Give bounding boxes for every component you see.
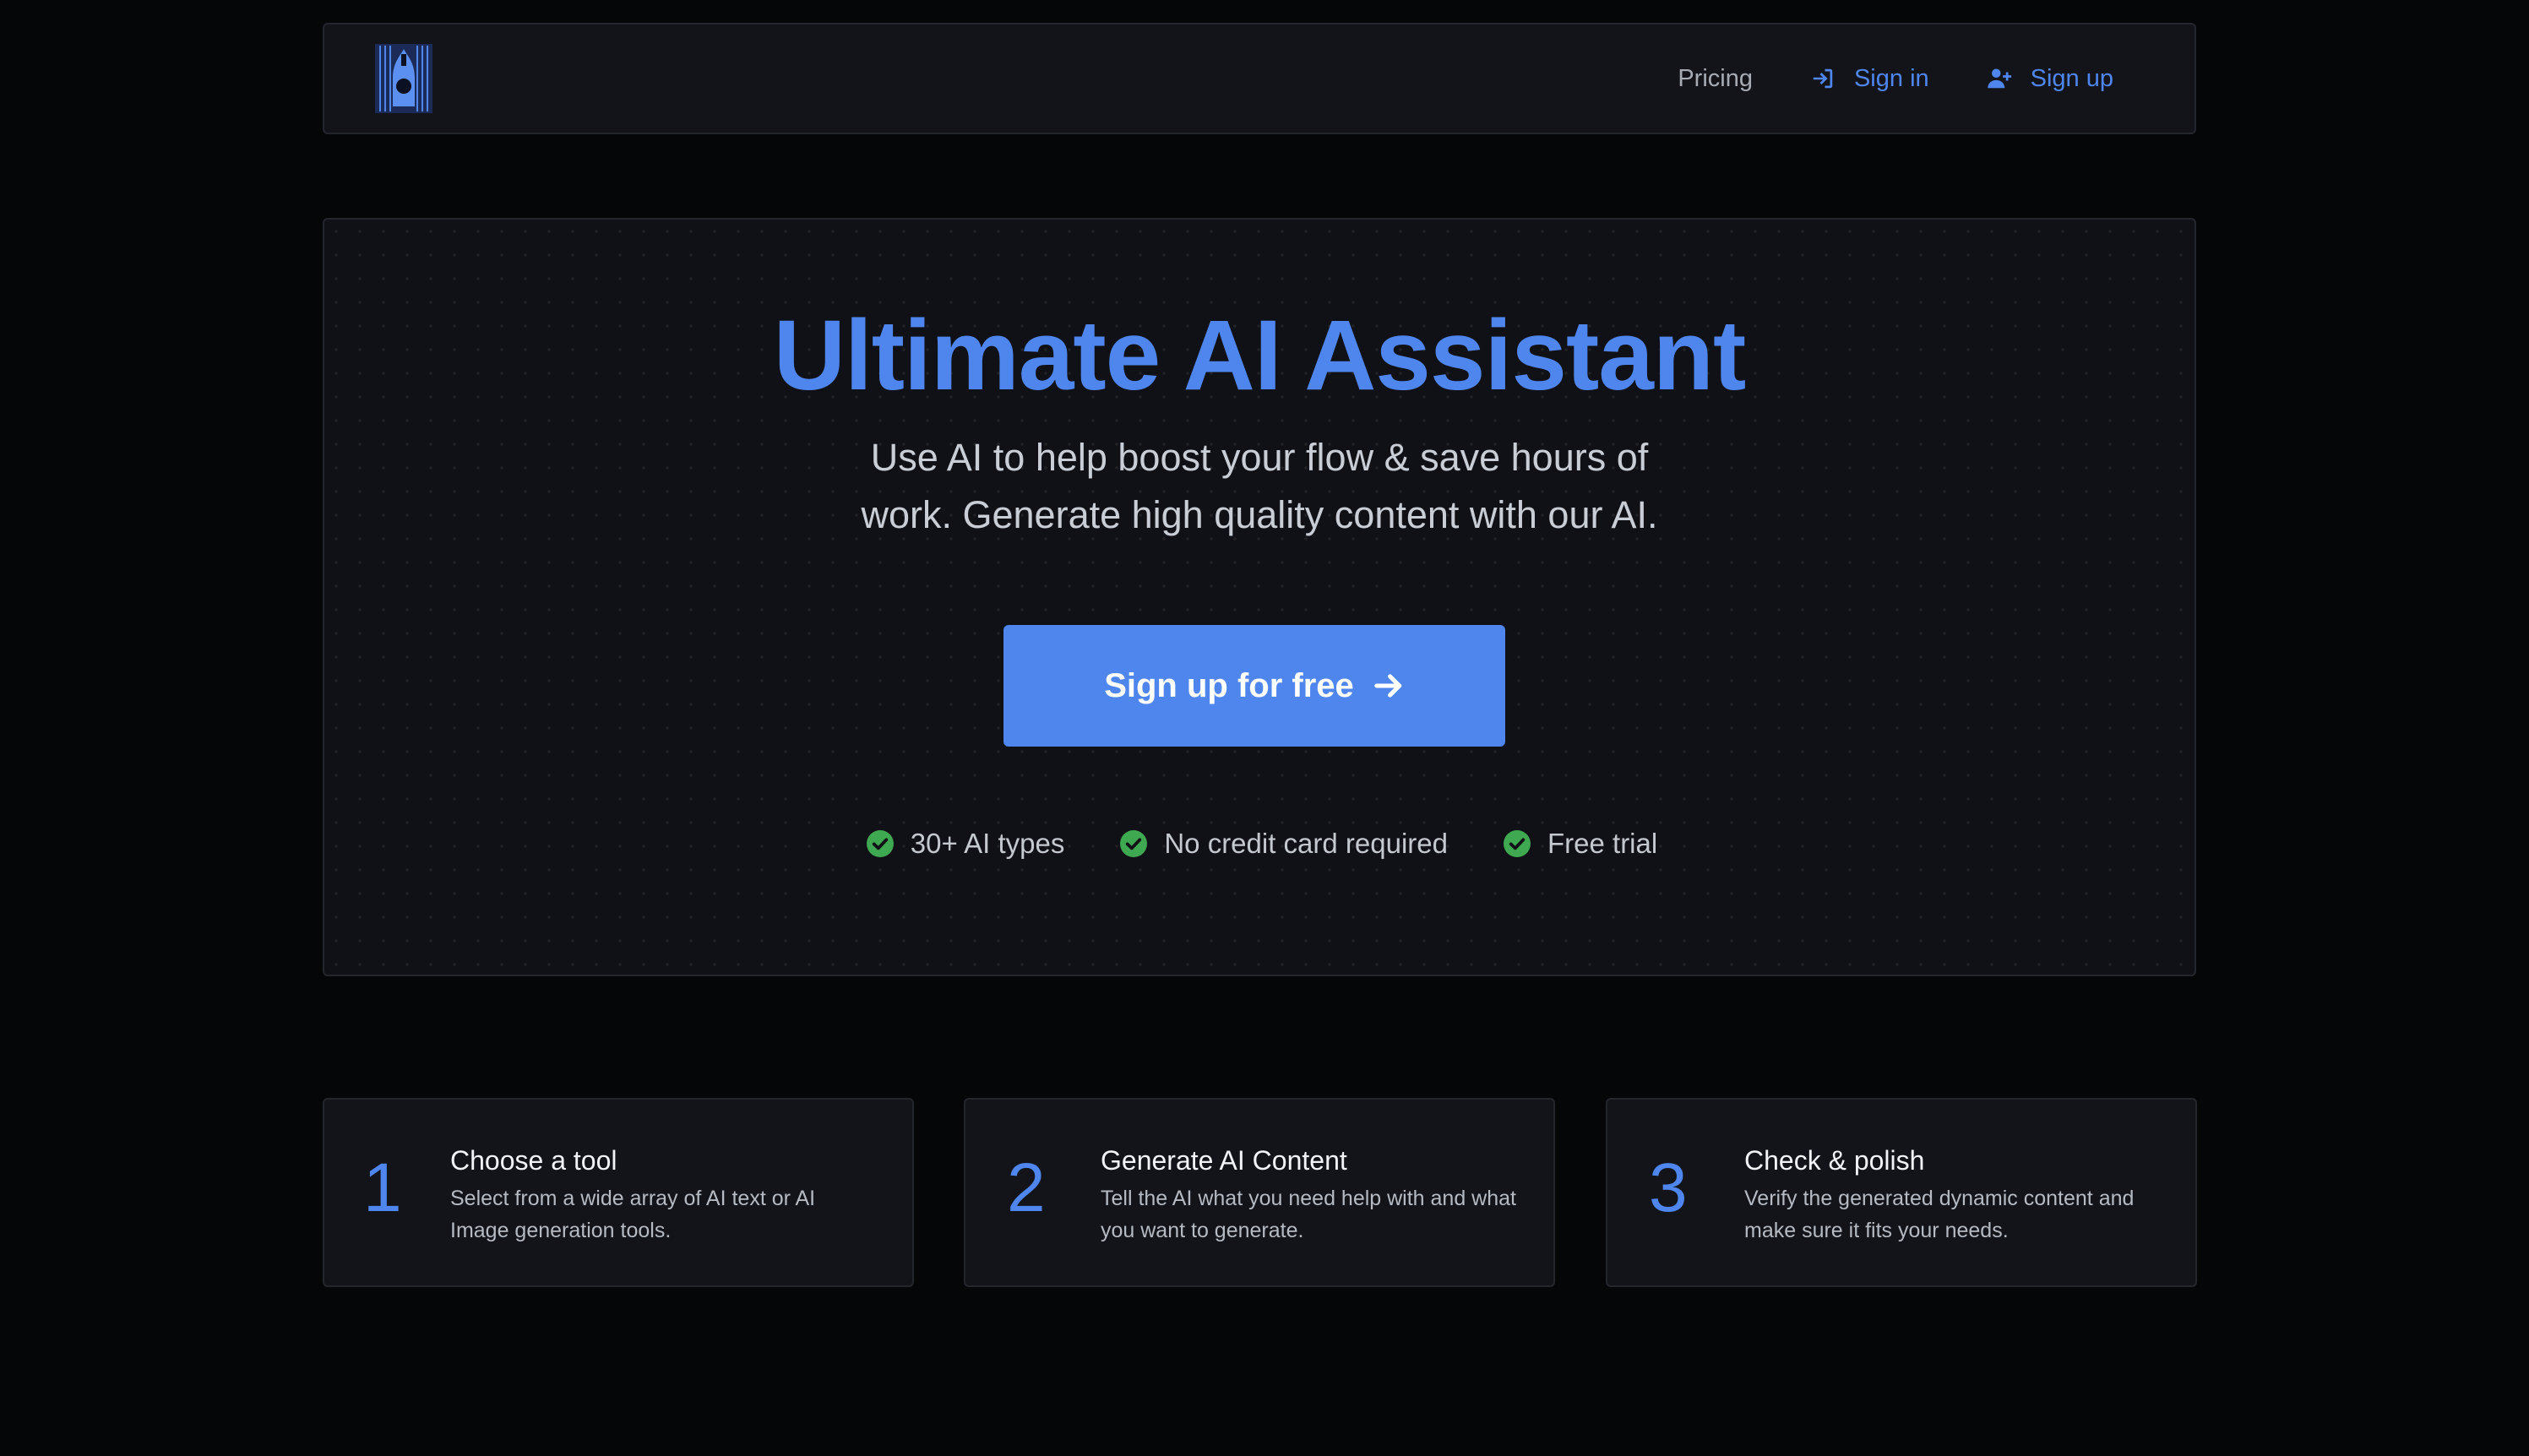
hero-subtitle: Use AI to help boost your flow & save ho… — [861, 436, 1658, 536]
feature-item: Free trial — [1504, 828, 1657, 860]
brand-logo[interactable] — [375, 44, 432, 113]
nav-sign-up-link[interactable]: Sign up — [1987, 65, 2113, 93]
check-circle-icon — [866, 830, 894, 857]
step-number: 3 — [1649, 1149, 1688, 1226]
main-nav: Pricing Sign in Sign up — [1678, 65, 2113, 93]
sign-up-free-button[interactable]: Sign up for free — [1003, 625, 1505, 747]
nav-sign-in-link[interactable]: Sign in — [1810, 65, 1929, 93]
feature-label: Free trial — [1547, 828, 1658, 859]
arrow-right-icon — [1373, 674, 1401, 698]
step-card-choose-tool: 1 Choose a tool Select from a wide array… — [323, 1098, 914, 1287]
hero-title: Ultimate AI Assistant — [773, 300, 1747, 411]
step-description: Tell the AI what you need help with and … — [1101, 1187, 1516, 1242]
feature-item: No credit card required — [1120, 828, 1448, 860]
feature-item: 30+ AI types — [866, 828, 1065, 860]
step-description: Verify the generated dynamic content and… — [1744, 1187, 2135, 1242]
nav-pricing-link[interactable]: Pricing — [1678, 65, 1753, 93]
nav-sign-in-label: Sign in — [1853, 64, 1929, 92]
nav-sign-up-label: Sign up — [2030, 64, 2113, 92]
sign-up-free-label: Sign up for free — [1104, 666, 1354, 704]
sign-in-icon — [1813, 68, 1833, 89]
check-circle-icon — [1504, 830, 1531, 857]
hero-section: Ultimate AI Assistant Use AI to help boo… — [323, 218, 2196, 976]
step-card-check-polish: 3 Check & polish Verify the generated dy… — [1606, 1098, 2197, 1287]
step-number: 2 — [1007, 1149, 1046, 1226]
feature-label: 30+ AI types — [910, 828, 1065, 859]
step-title: Check & polish — [1744, 1145, 1925, 1176]
nav-pricing-label: Pricing — [1678, 64, 1753, 92]
step-title: Choose a tool — [450, 1145, 617, 1176]
step-description: Select from a wide array of AI text or A… — [450, 1187, 816, 1242]
step-card-generate-content: 2 Generate AI Content Tell the AI what y… — [964, 1098, 1555, 1287]
check-circle-icon — [1120, 830, 1148, 857]
navbar: Pricing Sign in Sign up — [323, 23, 2196, 134]
feature-list: 30+ AI types No credit card required Fre… — [329, 828, 2195, 860]
user-plus-icon — [1987, 68, 2011, 89]
feature-label: No credit card required — [1164, 828, 1448, 859]
step-number: 1 — [363, 1149, 402, 1226]
step-title: Generate AI Content — [1101, 1145, 1347, 1176]
